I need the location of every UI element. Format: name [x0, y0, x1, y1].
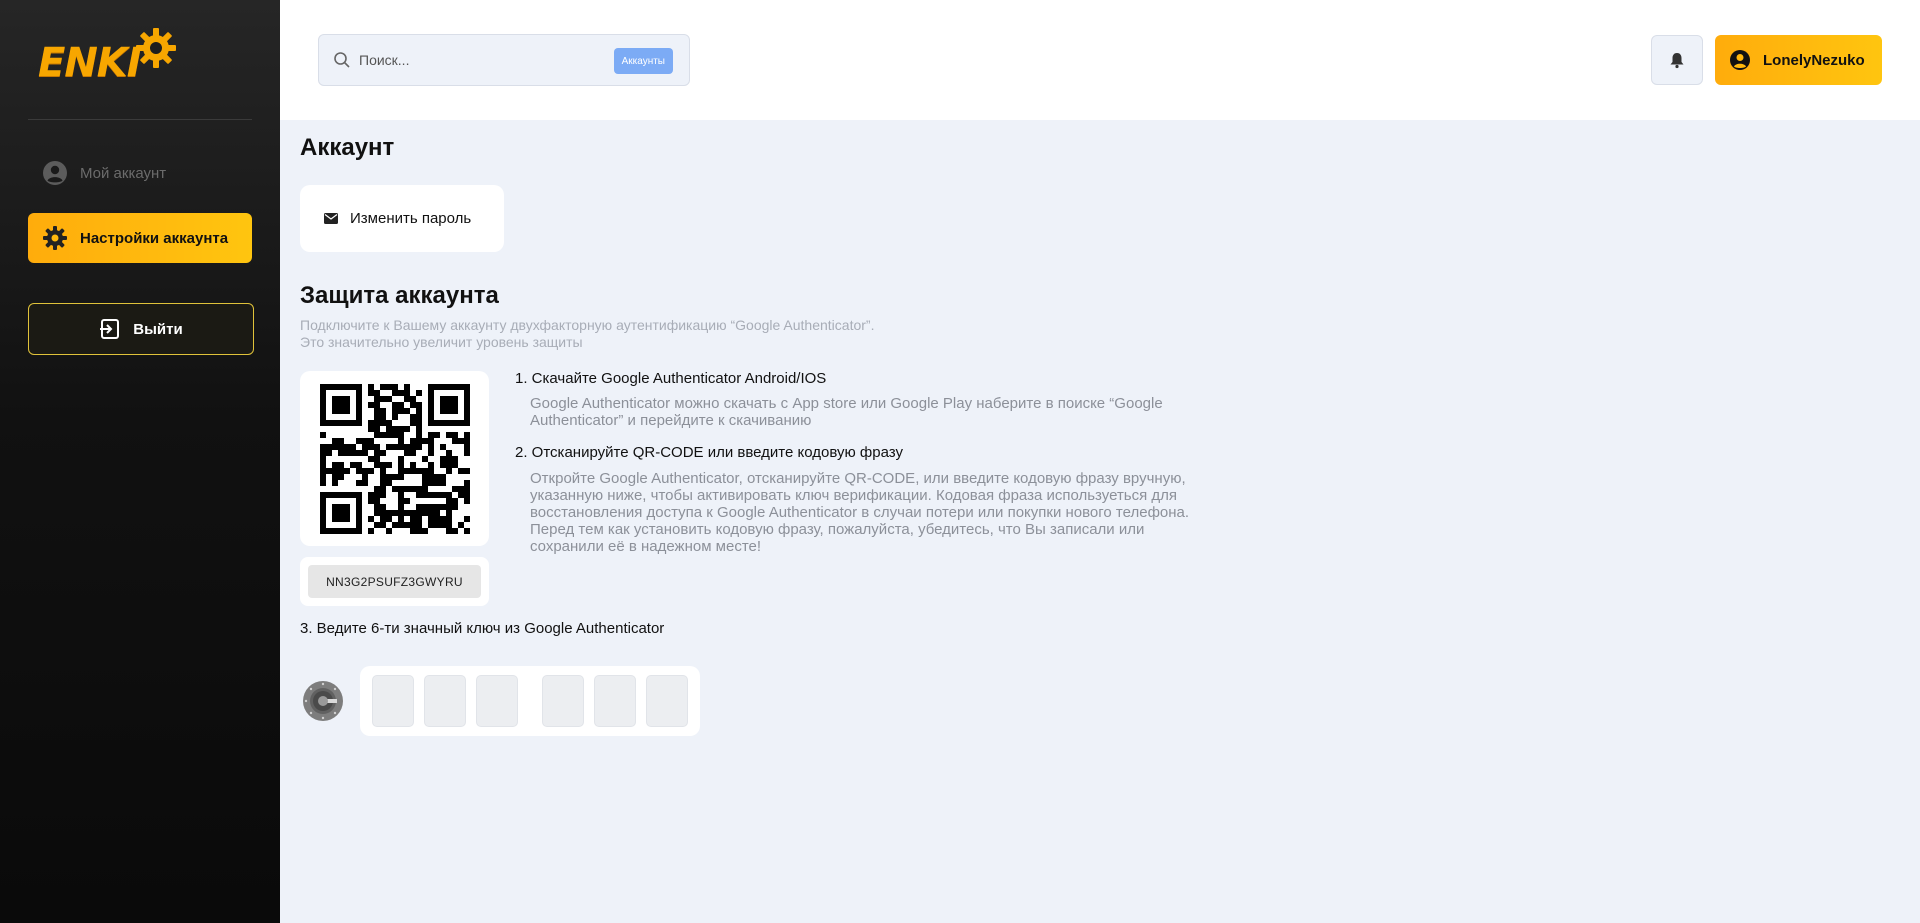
user-circle-icon	[1730, 50, 1750, 70]
otp-digit-input[interactable]	[372, 675, 414, 727]
change-password-button[interactable]: Изменить пароль	[300, 185, 504, 252]
sidebar-item-my-account[interactable]: Мой аккаунт	[28, 149, 252, 197]
step-2-title: 2. Отсканируйте QR-CODE или введите кодо…	[515, 444, 903, 461]
security-subtitle-line: Это значительно увеличит уровень защиты	[300, 334, 583, 350]
search-input[interactable]	[359, 52, 599, 68]
logout-icon	[100, 319, 120, 339]
step-3-title: 3. Ведите 6-ти значный ключ из Google Au…	[300, 620, 665, 637]
step-1-text: Google Authenticator можно скачать с App…	[530, 395, 1163, 429]
sidebar-divider	[28, 119, 252, 120]
user-menu-button[interactable]: LonelyNezuko	[1715, 35, 1882, 85]
secret-code-card: NN3G2PSUFZ3GWYRU	[300, 557, 489, 606]
logout-button[interactable]: Выйти	[28, 303, 254, 355]
otp-digit-input[interactable]	[646, 675, 688, 727]
user-name: LonelyNezuko	[1763, 51, 1865, 69]
bell-icon	[1670, 53, 1684, 69]
change-password-label: Изменить пароль	[350, 210, 472, 227]
logout-label: Выйти	[133, 320, 183, 338]
security-title: Защита аккаунта	[300, 282, 499, 309]
otp-digit-input[interactable]	[594, 675, 636, 727]
qr-code-card	[300, 371, 489, 546]
sidebar-item-label: Мой аккаунт	[80, 164, 167, 182]
google-authenticator-icon	[303, 681, 343, 721]
user-circle-icon	[42, 160, 68, 186]
logo-gear-icon	[136, 28, 176, 68]
qr-code	[319, 383, 470, 534]
search-scope-chip[interactable]: Аккаунты	[613, 48, 673, 74]
envelope-icon	[324, 213, 338, 224]
search-icon	[334, 52, 350, 68]
otp-digit-input[interactable]	[424, 675, 466, 727]
sidebar-item-label: Настройки аккаунта	[80, 229, 229, 247]
step-2-text: Откройте Google Authenticator, отсканиру…	[530, 470, 1190, 555]
security-subtitle: Подключите к Вашему аккаунту двухфакторн…	[300, 317, 1020, 351]
step-1-title: 1. Скачайте Google Authenticator Android…	[515, 370, 827, 387]
search-bar[interactable]: Аккаунты	[318, 34, 690, 86]
sidebar: ENKI Мой аккаунт Настройки аккаунта Выйт…	[0, 0, 280, 923]
security-subtitle-line: Подключите к Вашему аккаунту двухфакторн…	[300, 317, 875, 333]
page-title: Аккаунт	[300, 134, 395, 161]
notifications-button[interactable]	[1651, 35, 1703, 85]
otp-input-group	[360, 666, 700, 736]
sidebar-item-account-settings[interactable]: Настройки аккаунта	[28, 213, 252, 263]
logo-text: ENKI	[38, 40, 142, 86]
top-header: Аккаунты LonelyNezuko	[280, 0, 1920, 120]
gear-icon	[42, 225, 68, 251]
enki-logo[interactable]: ENKI	[38, 26, 180, 86]
otp-digit-input[interactable]	[542, 675, 584, 727]
secret-code[interactable]: NN3G2PSUFZ3GWYRU	[308, 565, 481, 598]
otp-digit-input[interactable]	[476, 675, 518, 727]
